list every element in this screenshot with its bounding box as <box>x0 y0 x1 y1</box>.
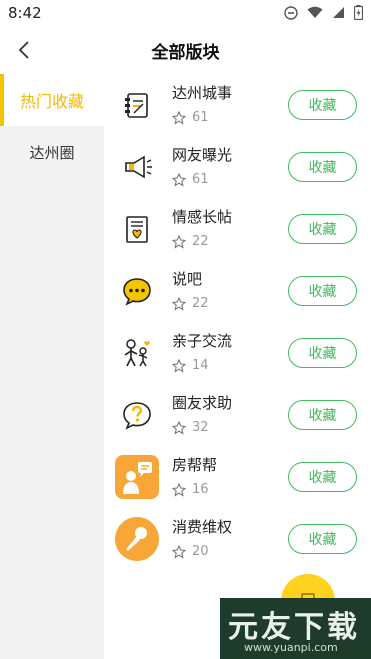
watermark: 元友下载 www.yuanpi.com <box>220 598 371 659</box>
watermark-title: 元友下载 <box>228 610 360 645</box>
sidebar-item-dazhou-circle[interactable]: 达州圈 <box>0 126 104 178</box>
favorite-button[interactable]: 收藏 <box>288 276 357 306</box>
sidebar-item-label: 达州圈 <box>29 143 75 162</box>
favorite-count: 16 <box>172 482 209 497</box>
watermark-url: www.yuanpi.com <box>244 641 338 654</box>
list-item[interactable]: 消费维权 20 收藏 <box>104 508 371 570</box>
house-helper-icon <box>114 454 160 500</box>
count-value: 14 <box>192 358 209 373</box>
star-icon <box>172 358 186 373</box>
page-title: 全部版块 <box>151 43 220 63</box>
favorite-count: 14 <box>172 358 209 373</box>
favorite-button[interactable]: 收藏 <box>288 400 357 430</box>
forum-name: 圈友求助 <box>172 394 233 412</box>
chat-bubble-icon <box>114 268 160 314</box>
forum-name: 房帮帮 <box>172 456 218 474</box>
notebook-icon <box>114 82 160 128</box>
forum-name: 亲子交流 <box>172 332 233 350</box>
star-icon <box>172 482 186 497</box>
star-icon <box>172 296 186 311</box>
favorite-button[interactable]: 收藏 <box>288 214 357 244</box>
favorite-count: 22 <box>172 296 209 311</box>
list-item[interactable]: 情感长帖 22 收藏 <box>104 198 371 260</box>
list-item[interactable]: 亲子交流 14 收藏 <box>104 322 371 384</box>
favorite-count: 61 <box>172 110 209 125</box>
count-value: 61 <box>192 110 209 125</box>
forum-name: 网友曝光 <box>172 146 233 164</box>
favorite-button[interactable]: 收藏 <box>288 462 357 492</box>
forum-list: 达州城事 61 收藏 网友曝光 61 收藏 情感长帖 22 收藏 说吧 22 收… <box>104 74 371 570</box>
parent-child-icon <box>114 330 160 376</box>
microphone-icon <box>114 516 160 562</box>
count-value: 61 <box>192 172 209 187</box>
star-icon <box>172 234 186 249</box>
favorite-button[interactable]: 收藏 <box>288 90 357 120</box>
list-item[interactable]: 房帮帮 16 收藏 <box>104 446 371 508</box>
wifi-icon <box>307 6 323 18</box>
status-time: 8:42 <box>8 4 42 22</box>
list-item[interactable]: 圈友求助 32 收藏 <box>104 384 371 446</box>
heart-letter-icon <box>114 206 160 252</box>
star-icon <box>172 420 186 435</box>
list-item[interactable]: 说吧 22 收藏 <box>104 260 371 322</box>
favorite-count: 32 <box>172 420 209 435</box>
category-sidebar: 热门收藏 达州圈 <box>0 74 104 659</box>
forum-name: 说吧 <box>172 270 203 288</box>
sidebar-item-label: 热门收藏 <box>19 92 84 111</box>
top-bar: 全部版块 <box>0 26 371 74</box>
star-icon <box>172 544 186 559</box>
sidebar-item-hot-favorites[interactable]: 热门收藏 <box>0 74 104 126</box>
count-value: 20 <box>192 544 209 559</box>
list-item[interactable]: 网友曝光 61 收藏 <box>104 136 371 198</box>
favorite-count: 22 <box>172 234 209 249</box>
forum-name: 达州城事 <box>172 84 233 102</box>
count-value: 32 <box>192 420 209 435</box>
megaphone-icon <box>114 144 160 190</box>
signal-icon <box>333 7 344 18</box>
count-value: 22 <box>192 234 209 249</box>
favorite-button[interactable]: 收藏 <box>288 152 357 182</box>
favorite-button[interactable]: 收藏 <box>288 338 357 368</box>
list-item[interactable]: 达州城事 61 收藏 <box>104 74 371 136</box>
star-icon <box>172 110 186 125</box>
status-bar: 8:42 <box>0 0 371 26</box>
forum-name: 情感长帖 <box>172 208 233 226</box>
do-not-disturb-icon <box>284 5 298 20</box>
count-value: 16 <box>192 482 209 497</box>
favorite-count: 20 <box>172 544 209 559</box>
question-bubble-icon <box>114 392 160 438</box>
system-icons <box>284 5 363 20</box>
favorite-button[interactable]: 收藏 <box>288 524 357 554</box>
count-value: 22 <box>192 296 209 311</box>
favorite-count: 61 <box>172 172 209 187</box>
battery-icon <box>354 5 363 20</box>
forum-name: 消费维权 <box>172 518 233 536</box>
star-icon <box>172 172 186 187</box>
